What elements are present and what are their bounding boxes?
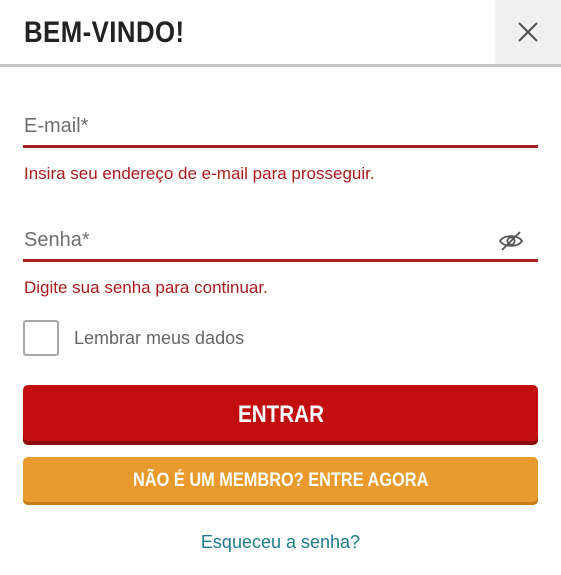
eye-slash-icon[interactable] bbox=[498, 230, 524, 252]
email-field[interactable] bbox=[23, 108, 538, 145]
modal-header: BEM-VINDO! bbox=[0, 0, 561, 67]
password-error-message: Digite sua senha para continuar. bbox=[24, 278, 268, 297]
close-button[interactable] bbox=[495, 0, 561, 64]
join-now-button[interactable]: NÃO É UM MEMBRO? ENTRE AGORA bbox=[23, 457, 538, 505]
login-button-label: ENTRAR bbox=[237, 401, 324, 428]
forgot-password-link[interactable]: Esqueceu a senha? bbox=[0, 532, 561, 553]
modal-title: BEM-VINDO! bbox=[24, 16, 185, 49]
email-error-message: Insira seu endereço de e-mail para pross… bbox=[24, 164, 375, 183]
join-now-button-label: NÃO É UM MEMBRO? ENTRE AGORA bbox=[132, 470, 429, 491]
remember-me-checkbox[interactable] bbox=[23, 320, 59, 356]
password-field[interactable] bbox=[23, 222, 538, 259]
remember-me-option[interactable]: Lembrar meus dados bbox=[23, 320, 244, 356]
login-modal: BEM-VINDO! Insira seu endereço de e-mail… bbox=[0, 0, 561, 575]
remember-me-label: Lembrar meus dados bbox=[74, 327, 245, 348]
login-button[interactable]: ENTRAR bbox=[23, 385, 538, 445]
password-field-wrapper bbox=[23, 222, 538, 262]
close-icon bbox=[518, 22, 538, 42]
email-field-wrapper bbox=[23, 108, 538, 148]
